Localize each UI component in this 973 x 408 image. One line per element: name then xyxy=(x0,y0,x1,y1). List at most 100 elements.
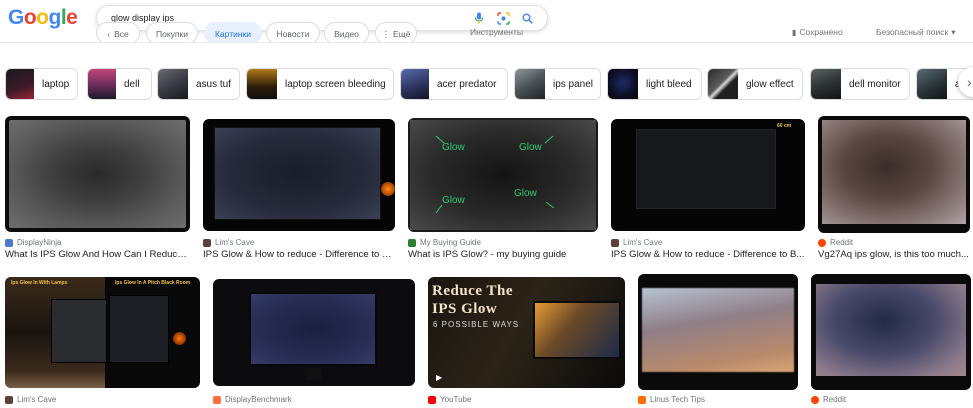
result-title[interactable]: Vg27Aq ips glow, is this too much... xyxy=(818,249,970,260)
favicon-icon xyxy=(818,238,826,247)
result-image[interactable] xyxy=(213,279,415,386)
chip-asus-tuf[interactable]: asus tuf xyxy=(157,68,240,100)
favicon-icon xyxy=(408,238,416,247)
result-title[interactable]: What Is IPS Glow And How Can I Reduce ..… xyxy=(5,249,190,260)
tab-images[interactable]: Картинки xyxy=(204,22,262,42)
monitor-screen xyxy=(816,284,966,376)
arrow-icons xyxy=(435,135,555,214)
chip-light-bleed[interactable]: light bleed xyxy=(607,68,702,100)
chip-dell-monitor[interactable]: dell monitor xyxy=(810,68,910,100)
result-displaybenchmark[interactable]: DisplayBenchmark xyxy=(213,279,415,408)
chip-laptop-screen-bleeding[interactable]: laptop screen bleeding xyxy=(246,68,394,100)
result-image[interactable] xyxy=(811,274,971,390)
result-limscave-1[interactable]: Lim's Cave IPS Glow & How to reduce - Di… xyxy=(203,119,395,265)
favicon-icon xyxy=(203,238,211,247)
tools-button[interactable]: Инструменты xyxy=(470,27,523,37)
favicon-icon xyxy=(5,395,13,404)
result-limscave-2[interactable]: 60 cm Lim's Cave IPS Glow & How to reduc… xyxy=(611,119,805,265)
filter-row: ‹ Все Покупки Картинки Новости Видео ⋮ Ещё… xyxy=(0,22,973,42)
source-name: Lim's Cave xyxy=(17,395,57,404)
tab-shopping[interactable]: Покупки xyxy=(146,22,198,42)
chip-thumbnail xyxy=(811,69,841,99)
result-source[interactable]: Lim's Cave xyxy=(5,395,56,404)
result-source[interactable]: DisplayNinja xyxy=(5,238,61,247)
result-image[interactable]: Glow Glow Glow Glow xyxy=(408,118,598,232)
monitor-stand xyxy=(307,368,321,380)
chip-ips-panel[interactable]: ips panel xyxy=(514,68,601,100)
result-displayninja[interactable]: DisplayNinja What Is IPS Glow And How Ca… xyxy=(5,116,190,262)
saved-button[interactable]: ▮ Сохранено xyxy=(792,27,843,37)
result-source[interactable]: Reddit xyxy=(818,238,853,247)
tab-shopping-label: Покупки xyxy=(156,29,188,39)
result-source[interactable]: DisplayBenchmark xyxy=(213,395,292,404)
source-name: DisplayNinja xyxy=(17,238,62,247)
monitor-screen xyxy=(642,288,794,372)
monitor-screen xyxy=(822,120,966,224)
pumpkin-light xyxy=(173,332,186,345)
result-title[interactable]: What is IPS Glow? - my buying guide xyxy=(408,249,598,260)
result-image[interactable]: Reduce The IPS Glow 6 POSSIBLE WAYS ▶ xyxy=(428,277,625,388)
result-youtube[interactable]: Reduce The IPS Glow 6 POSSIBLE WAYS ▶ Yo… xyxy=(428,277,625,408)
chip-thumbnail xyxy=(917,69,947,99)
result-source[interactable]: Linus Tech Tips xyxy=(638,395,705,404)
result-source[interactable]: Lim's Cave xyxy=(203,238,254,247)
chip-label: dell xyxy=(124,78,140,90)
safesearch-button[interactable]: Безопасный поиск ▾ xyxy=(876,27,955,38)
video-subheading: 6 POSSIBLE WAYS xyxy=(433,320,520,329)
monitor-screen xyxy=(214,127,381,220)
result-reddit-2[interactable]: Reddit xyxy=(811,274,971,408)
favicon-icon xyxy=(213,395,221,404)
chip-thumbnail xyxy=(708,69,738,99)
result-title[interactable]: IPS Glow & How to reduce - Difference to… xyxy=(203,249,395,260)
favicon-icon xyxy=(811,395,819,404)
source-name: Reddit xyxy=(830,238,854,247)
tab-video-label: Видео xyxy=(334,29,359,39)
tab-all-label: Все xyxy=(114,29,129,39)
chip-acer-predator[interactable]: acer predator xyxy=(400,68,508,100)
monitor-screen xyxy=(636,129,776,209)
result-image[interactable] xyxy=(818,116,970,233)
video-heading: Reduce The IPS Glow xyxy=(432,283,513,317)
result-image[interactable] xyxy=(638,274,798,390)
play-icon: ▶ xyxy=(436,373,443,382)
thumb-caption: Ips Glow In With Lamps xyxy=(11,280,68,286)
chip-laptop[interactable]: laptop xyxy=(5,68,78,100)
tab-news[interactable]: Новости xyxy=(266,22,320,42)
result-image[interactable] xyxy=(5,116,190,232)
result-image[interactable] xyxy=(203,119,395,231)
result-source[interactable]: My Buying Guide xyxy=(408,238,481,247)
tab-all[interactable]: ‹ Все xyxy=(96,22,140,42)
safesearch-label: Безопасный поиск xyxy=(876,27,949,37)
favicon-icon xyxy=(611,238,619,247)
result-source[interactable]: Lim's Cave xyxy=(611,238,662,247)
result-image[interactable]: Ips Glow In With Lamps Ips Glow In A Pit… xyxy=(5,277,200,388)
chip-label: asus tuf xyxy=(196,78,232,90)
monitor-screen xyxy=(249,292,377,366)
result-linustechtips[interactable]: Linus Tech Tips xyxy=(638,274,798,408)
chip-label: acer predator xyxy=(437,78,497,90)
chip-label: laptop xyxy=(42,78,70,90)
result-source[interactable]: Reddit xyxy=(811,395,846,404)
result-limscave-3[interactable]: Ips Glow In With Lamps Ips Glow In A Pit… xyxy=(5,277,200,408)
youtube-icon xyxy=(428,395,436,404)
chip-label: light bleed xyxy=(646,78,692,90)
source-name: Linus Tech Tips xyxy=(650,395,705,404)
source-name: Reddit xyxy=(823,395,847,404)
chip-label: laptop screen bleeding xyxy=(285,78,386,90)
result-image[interactable]: 60 cm xyxy=(611,119,805,231)
source-name: Lim's Cave xyxy=(215,238,255,247)
tab-news-label: Новости xyxy=(276,29,310,39)
result-title[interactable]: IPS Glow & How to reduce - Difference to… xyxy=(611,249,805,260)
tools-label: Инструменты xyxy=(470,27,524,37)
chip-dell[interactable]: dell xyxy=(87,68,152,100)
chip-glow-effect[interactable]: glow effect xyxy=(707,68,803,100)
result-source[interactable]: YouTube xyxy=(428,395,471,404)
chip-thumbnail xyxy=(608,69,638,99)
result-reddit-1[interactable]: Reddit Vg27Aq ips glow, is this too much… xyxy=(818,116,970,262)
source-name: YouTube xyxy=(440,395,472,404)
result-mybuyingguide[interactable]: Glow Glow Glow Glow My Buying Guide What… xyxy=(408,118,598,264)
tab-more[interactable]: ⋮ Ещё xyxy=(375,22,417,42)
favicon-icon xyxy=(5,238,13,247)
tab-video[interactable]: Видео xyxy=(324,22,369,42)
source-name: My Buying Guide xyxy=(420,238,481,247)
